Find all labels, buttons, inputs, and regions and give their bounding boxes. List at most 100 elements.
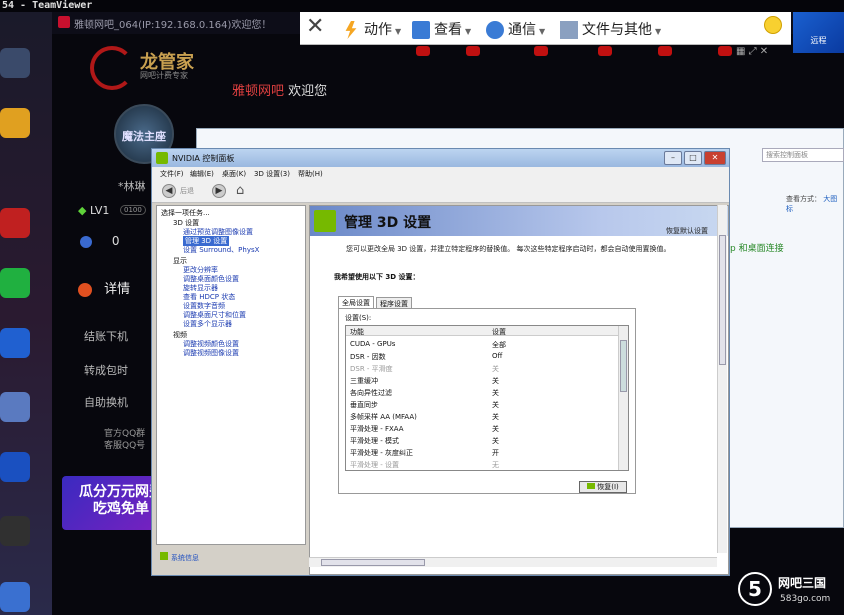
desktop-icon[interactable] xyxy=(0,392,30,422)
desktop-icon[interactable] xyxy=(0,328,30,358)
desktop-icon[interactable] xyxy=(0,452,30,482)
nvidia-window-title: NVIDIA 控制面板 xyxy=(172,154,235,163)
feature-cell: DSR - 因数 xyxy=(350,353,386,361)
level-value: LV1 xyxy=(89,204,110,217)
desktop-icon[interactable] xyxy=(0,268,30,298)
setting-cell: 关 xyxy=(492,425,499,433)
settings-label: 设置(S): xyxy=(345,314,372,322)
communicate-label: 通信 xyxy=(508,22,536,38)
setting-cell: 关 xyxy=(492,377,499,385)
feature-cell: CUDA - GPUs xyxy=(350,340,396,348)
table-row[interactable]: 平滑处理 - 灰度纠正 开 xyxy=(346,446,618,458)
menu-desktop[interactable]: 桌面(K) xyxy=(222,169,246,179)
menu-switch-package[interactable]: 转成包时 xyxy=(84,362,128,378)
cafe-app-icon xyxy=(58,16,70,28)
remote-badge[interactable]: 远程 xyxy=(793,12,844,53)
watermark-site: 583go.com xyxy=(780,594,831,604)
info-icon xyxy=(160,552,168,560)
hot-badge-icon xyxy=(466,46,480,56)
desktop-icon[interactable] xyxy=(0,48,30,78)
control-panel-search[interactable]: 搜索控制面板 xyxy=(762,148,844,162)
vertical-scrollbar[interactable] xyxy=(717,205,727,553)
table-row[interactable]: CUDA - GPUs 全部 xyxy=(346,338,618,350)
actions-menu[interactable]: 动作 ▼ xyxy=(342,19,401,39)
tree-item-video-image[interactable]: 调整视频图像设置 xyxy=(183,348,239,358)
table-scrollbar[interactable] xyxy=(618,326,628,470)
files-icon xyxy=(560,21,578,39)
nvidia-toolbar: ◀ 后退 ▶ ⌂ xyxy=(152,179,729,203)
feature-cell: 平滑处理 - 模式 xyxy=(350,437,399,445)
table-row[interactable]: 平滑处理 - 设置 无 xyxy=(346,458,618,470)
level-display: ◆ LV1 xyxy=(78,204,109,217)
task-tree: 选择一项任务... 3D 设置 通过预览调整图像设置 管理 3D 设置 设置 S… xyxy=(156,205,306,545)
setting-cell: 全部 xyxy=(492,341,506,349)
desktop-icon[interactable] xyxy=(0,108,30,138)
vertical-scroll-thumb[interactable] xyxy=(719,235,726,365)
table-row[interactable]: 平滑处理 - FXAA 关 xyxy=(346,422,618,434)
table-row[interactable]: 三重缓冲 关 xyxy=(346,374,618,386)
files-label: 文件与其他 xyxy=(582,22,652,38)
menu-help[interactable]: 帮助(H) xyxy=(298,169,323,179)
table-row[interactable]: 平滑处理 - 模式 关 xyxy=(346,434,618,446)
table-row[interactable]: 各向异性过滤 关 xyxy=(346,386,618,398)
tree-heading: 选择一项任务... xyxy=(161,209,210,217)
settings-table: 功能 设置 CUDA - GPUs 全部 DSR - 因数 Off DSR - 平滑度关… xyxy=(345,325,629,471)
close-button[interactable]: ✕ xyxy=(704,151,726,165)
toolbar-pin-icon[interactable]: ▦ ⤢ ✕ xyxy=(736,46,768,57)
monitor-icon xyxy=(412,21,430,39)
table-row[interactable]: DSR - 因数 Off xyxy=(346,350,618,362)
feature-cell: 各向异性过滤 xyxy=(350,389,392,397)
table-row[interactable]: 多帧采样 AA (MFAA) 关 xyxy=(346,410,618,422)
nvidia-logo-icon xyxy=(587,483,596,489)
menu-file[interactable]: 文件(F) xyxy=(160,169,184,179)
remote-desktop-link[interactable]: p 和桌面连接 xyxy=(730,241,784,254)
content-pane: 管理 3D 设置 恢复默认设置 您可以更改全局 3D 设置，并建立特定程序的替换… xyxy=(309,205,729,575)
hot-badge-icon xyxy=(658,46,672,56)
communicate-menu[interactable]: 通信 ▼ xyxy=(486,19,545,39)
tree-item-surround[interactable]: 设置 Surround、PhysX xyxy=(183,245,259,255)
system-info-link[interactable]: 系统信息 xyxy=(160,552,199,563)
qq-contact[interactable]: 官方QQ群 客服QQ号 xyxy=(104,428,145,452)
menu-bar: 文件(F) 编辑(E) 桌面(K) 3D 设置(3) 帮助(H) xyxy=(152,167,729,179)
actions-label: 动作 xyxy=(364,22,392,38)
desktop-icon[interactable] xyxy=(0,208,30,238)
table-row[interactable]: 垂直同步 关 xyxy=(346,398,618,410)
restore-defaults-link[interactable]: 恢复默认设置 xyxy=(666,226,708,236)
horizontal-scrollbar[interactable] xyxy=(309,557,717,567)
desktop-icon[interactable] xyxy=(0,582,30,612)
table-row[interactable]: DSR - 平滑度 关 xyxy=(346,362,618,374)
home-icon[interactable]: ⌂ xyxy=(236,183,252,199)
forward-button[interactable]: ▶ xyxy=(212,184,226,198)
menu-checkout[interactable]: 结账下机 xyxy=(84,328,128,344)
minimize-button[interactable]: – xyxy=(664,151,682,165)
brand-subtitle: 网吧计费专家 xyxy=(140,71,188,80)
gem-icon: ◆ xyxy=(78,204,87,217)
page-title: 管理 3D 设置 xyxy=(344,215,432,231)
files-menu[interactable]: 文件与其他 ▼ xyxy=(560,19,661,39)
3d-settings-icon xyxy=(314,210,336,232)
close-session-icon[interactable]: ✕ xyxy=(306,14,324,39)
teamviewer-title: 54 - TeamViewer xyxy=(0,0,844,12)
cafe-window-title: 雅顿网吧_064(IP:192.168.0.164)欢迎您！ xyxy=(74,20,272,31)
tree-item-multi-display[interactable]: 设置多个显示器 xyxy=(183,319,232,329)
menu-edit[interactable]: 编辑(E) xyxy=(190,169,214,179)
feature-cell: 多帧采样 AA (MFAA) xyxy=(350,413,417,421)
restore-button[interactable]: 恢复(I) xyxy=(579,481,627,493)
desktop-icon[interactable] xyxy=(0,516,30,546)
menu-change-pc[interactable]: 自助换机 xyxy=(84,394,128,410)
details-button[interactable]: 详情 xyxy=(78,278,130,297)
feedback-smiley-icon[interactable] xyxy=(764,16,782,34)
info-icon xyxy=(78,282,92,297)
back-label: 后退 xyxy=(180,187,194,195)
table-scroll-thumb[interactable] xyxy=(620,340,627,392)
horizontal-scroll-thumb[interactable] xyxy=(321,559,425,566)
menu-3d-settings[interactable]: 3D 设置(3) xyxy=(254,169,290,179)
hot-badge-icon xyxy=(598,46,612,56)
view-mode[interactable]: 查看方式： 大图标 xyxy=(786,194,844,214)
setting-cell: 无 xyxy=(492,461,499,469)
maximize-button[interactable]: □ xyxy=(684,151,702,165)
feature-cell: 平滑处理 - 设置 xyxy=(350,461,399,469)
view-menu[interactable]: 查看 ▼ xyxy=(412,19,471,39)
back-button[interactable]: ◀ xyxy=(162,184,176,198)
feature-cell: DSR - 平滑度 xyxy=(350,365,393,373)
